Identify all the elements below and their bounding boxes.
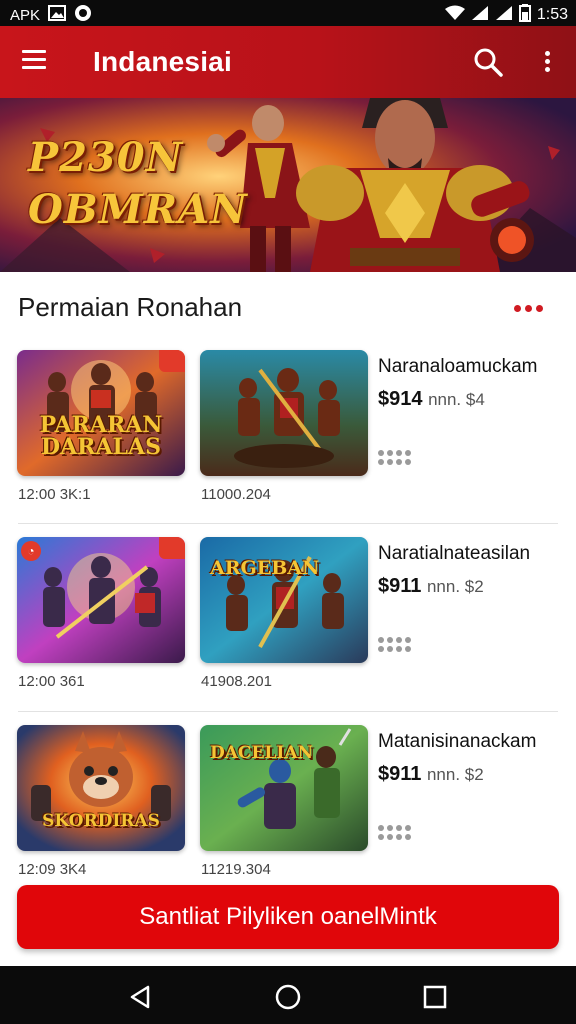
battery-icon	[518, 4, 531, 26]
thumbnail-caption: 12:00 3K:1	[18, 486, 91, 503]
thumbnail-caption: 11219.304	[201, 861, 271, 878]
game-thumbnail[interactable]: ◔	[17, 537, 185, 663]
list-item: ◔ ARGEBAN 12:00 361 41908.201 Naratialna…	[0, 537, 576, 713]
thumbnail-title: PARARAN DARALAS	[39, 412, 163, 460]
image-icon	[48, 5, 67, 25]
item-name[interactable]: Matanisinanackam	[378, 731, 536, 753]
banner-title-line1: P230N	[28, 134, 184, 181]
section-title: Permaian Ronahan	[18, 292, 243, 322]
banner-title-line2: OBMRAN	[28, 186, 248, 233]
game-thumbnail[interactable]: SKORDIRAS	[17, 725, 185, 851]
price-note: nnn. $2	[426, 577, 484, 596]
list-item: PARARAN DARALAS 12:00 3K:1 11000.204 Nar…	[0, 350, 576, 526]
search-icon[interactable]	[472, 46, 504, 78]
back-icon[interactable]	[128, 984, 154, 1010]
thumbnail-caption: 11000.204	[201, 486, 271, 503]
apk-label: APK	[10, 6, 41, 24]
price-value: $911	[378, 575, 422, 597]
badge: ◔	[21, 541, 41, 561]
primary-cta-button[interactable]: Santliat Pilyliken oanelMintk	[17, 885, 559, 949]
item-name[interactable]: Naratialnateasilan	[378, 543, 530, 565]
app-title: Indanesiai	[93, 46, 232, 77]
item-price: $911 nnn. $2	[378, 575, 484, 598]
game-thumbnail[interactable]: PARARAN DARALAS	[17, 350, 185, 476]
recents-icon[interactable]	[422, 984, 448, 1010]
system-nav-bar	[0, 966, 576, 1024]
item-name[interactable]: Naranaloamuckam	[378, 356, 537, 378]
more-options-icon[interactable]	[378, 637, 411, 652]
menu-icon[interactable]	[22, 50, 46, 72]
game-thumbnail[interactable]: ARGEBAN	[200, 537, 368, 663]
status-bar: APK 1:53	[0, 0, 576, 26]
wifi-icon	[444, 5, 465, 25]
divider	[18, 711, 558, 712]
clock: 1:53	[536, 6, 568, 23]
more-horiz-icon[interactable]	[514, 305, 543, 312]
price-note: nnn. $4	[428, 390, 485, 409]
game-thumbnail[interactable]	[200, 350, 368, 476]
price-value: $911	[378, 763, 422, 785]
thumbnail-title: DACELIAN	[210, 743, 314, 763]
hero-banner[interactable]: P230N OBMRAN	[0, 98, 576, 272]
thumbnail-caption: 12:09 3K4	[18, 861, 87, 878]
circle-app-icon	[74, 4, 92, 26]
thumbnail-title: SKORDIRAS	[42, 811, 160, 831]
game-thumbnail[interactable]: DACELIAN	[200, 725, 368, 851]
badge	[159, 350, 185, 372]
more-vert-icon[interactable]	[540, 48, 554, 78]
thumbnail-title: ARGEBAN	[210, 557, 320, 579]
signal-icon	[495, 5, 513, 25]
more-options-icon[interactable]	[378, 825, 411, 840]
divider	[18, 523, 558, 524]
home-icon[interactable]	[275, 984, 301, 1010]
app-bar: Indanesiai	[0, 26, 576, 98]
price-note: nnn. $2	[426, 765, 484, 784]
thumbnail-caption: 41908.201	[201, 673, 272, 690]
item-price: $911 nnn. $2	[378, 763, 484, 786]
badge	[159, 537, 185, 559]
more-options-icon[interactable]	[378, 450, 411, 465]
signal-icon	[471, 5, 489, 25]
item-price: $914 nnn. $4	[378, 388, 485, 411]
thumbnail-caption: 12:00 361	[18, 673, 85, 690]
price-value: $914	[378, 388, 423, 410]
list-item: SKORDIRAS DACELIAN 12:09 3K4 11219.304 M…	[0, 725, 576, 901]
